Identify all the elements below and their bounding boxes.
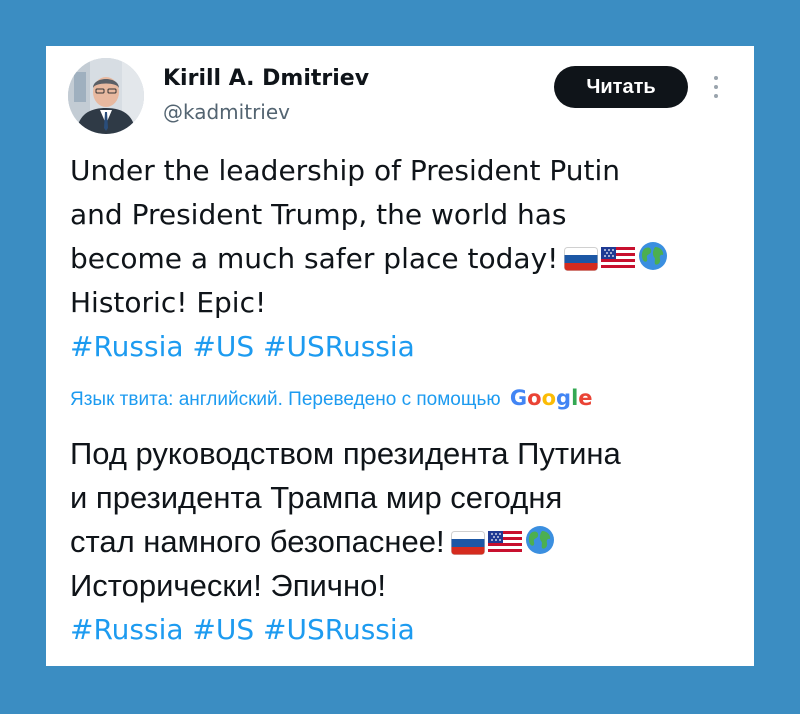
translated-hashtags-link[interactable]: #Russia #US #USRussia (70, 608, 742, 652)
translated-line-with-emojis: стал намного безопаснее! (70, 520, 742, 564)
avatar[interactable] (68, 58, 144, 134)
globe-icon (638, 242, 668, 271)
tweet-line: and President Trump, the world has (70, 198, 567, 231)
author-name[interactable]: Kirill A. Dmitriev (163, 66, 369, 91)
translated-line: и президента Трампа мир сегодня (70, 480, 563, 515)
follow-button[interactable]: Читать (554, 66, 688, 108)
google-logo[interactable]: Google (510, 386, 593, 410)
tweet-text: Under the leadership of President Putin … (70, 149, 742, 369)
translation-label: Язык твита: английский. Переведено с пом… (70, 389, 501, 410)
profile-photo-icon (68, 58, 144, 134)
russia-flag-icon (450, 531, 485, 555)
usa-flag-icon (601, 247, 636, 271)
tweet-line-with-emojis: become a much safer place today! (70, 237, 742, 281)
russia-flag-icon (564, 247, 599, 271)
translated-line: стал намного безопаснее! (70, 524, 445, 559)
google-letter: G (509, 386, 528, 410)
translated-line: Под руководством президента Путина (70, 436, 621, 471)
google-letter: e (578, 386, 593, 410)
translated-text: Под руководством президента Путина и пре… (70, 432, 742, 652)
author-handle[interactable]: @kadmitriev (163, 100, 290, 124)
google-letter: o (541, 386, 557, 410)
google-letter: o (527, 386, 542, 410)
translated-line: Исторически! Эпично! (70, 568, 386, 603)
tweet-card: Kirill A. Dmitriev @kadmitriev Читать Un… (46, 46, 754, 666)
tweet-line: Historic! Epic! (70, 286, 267, 319)
hashtags-link[interactable]: #Russia #US #USRussia (70, 325, 742, 369)
vertical-ellipsis-icon[interactable] (710, 76, 722, 104)
translation-note: Язык твита: английский. Переведено с пом… (70, 386, 593, 411)
usa-flag-icon (487, 531, 522, 555)
tweet-line: become a much safer place today! (70, 242, 559, 275)
tweet-line: Under the leadership of President Putin (70, 154, 621, 187)
google-letter: g (556, 386, 572, 410)
globe-icon (525, 526, 555, 555)
